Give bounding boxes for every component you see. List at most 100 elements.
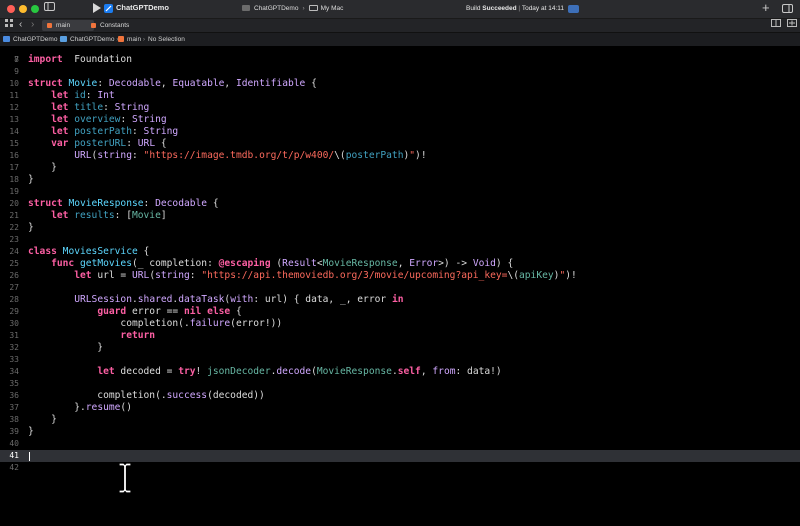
code-text: class MoviesService { xyxy=(28,246,149,258)
play-icon[interactable] xyxy=(93,3,101,18)
code-token: ) { xyxy=(495,258,514,269)
code-token: var xyxy=(51,138,69,149)
code-line[interactable]: 21 let results: [Movie] xyxy=(0,210,800,222)
code-line[interactable]: 35 xyxy=(0,378,800,390)
code-line[interactable]: 30 completion(.failure(error!)) xyxy=(0,318,800,330)
run-destination: My Mac xyxy=(320,5,344,12)
inspector-icon[interactable] xyxy=(782,4,793,18)
code-line[interactable]: 19 xyxy=(0,186,800,198)
scheme-selector[interactable]: ChatGPTDemo › My Mac xyxy=(242,3,452,15)
code-line[interactable]: 29 guard error == nil else { xyxy=(0,306,800,318)
code-token: results xyxy=(74,210,115,221)
code-line[interactable]: 26 let url = URL(string: "https://api.th… xyxy=(0,270,800,282)
ibeam-cursor-icon xyxy=(118,462,132,498)
code-line-current[interactable]: 41 xyxy=(0,450,800,462)
code-line[interactable]: 22} xyxy=(0,222,800,234)
code-token: String xyxy=(114,102,150,113)
code-token: ( xyxy=(270,258,283,269)
scheme-name: ChatGPTDemo xyxy=(254,5,299,12)
code-line[interactable]: 8 import Foundation xyxy=(0,54,800,66)
back-icon[interactable]: ‹ xyxy=(19,18,22,32)
code-line[interactable]: 37 }.resume() xyxy=(0,402,800,414)
code-text: var posterURL: URL { xyxy=(28,138,167,150)
code-line[interactable]: 31 return xyxy=(0,330,800,342)
code-line[interactable]: 12 let title: String xyxy=(0,102,800,114)
code-text: import Foundation xyxy=(28,54,132,66)
code-token: dataTask xyxy=(178,294,225,305)
chevron-right-icon: › xyxy=(302,5,305,12)
code-token: decoded = xyxy=(114,366,179,377)
code-token: error == xyxy=(126,306,184,317)
add-editor-icon[interactable] xyxy=(787,18,797,32)
code-line[interactable]: 38 } xyxy=(0,414,800,426)
code-token: (decoded)) xyxy=(207,390,265,401)
code-line[interactable]: 28 URLSession.shared.dataTask(with: url)… xyxy=(0,294,800,306)
code-token: MovieResponse xyxy=(68,198,144,209)
code-token: : url) { data, _, error xyxy=(253,294,392,305)
line-number: 9 xyxy=(14,67,19,76)
code-line[interactable]: 24 class MoviesService { xyxy=(0,246,800,258)
scheme-icon xyxy=(242,5,250,11)
code-line[interactable]: 34 let decoded = try! jsonDecoder.decode… xyxy=(0,366,800,378)
code-token: struct xyxy=(28,78,63,89)
code-token: in xyxy=(391,294,404,305)
code-line[interactable]: 23 xyxy=(0,234,800,246)
line-number: 11 xyxy=(9,91,19,100)
line-number: 14 xyxy=(9,127,19,136)
code-text: let url = URL(string: "https://api.themo… xyxy=(28,270,577,282)
code-line[interactable]: 27 xyxy=(0,282,800,294)
code-token: }. xyxy=(28,402,86,413)
code-token: getMovies xyxy=(80,258,132,269)
code-text: } xyxy=(28,222,34,234)
code-line[interactable]: 14 let posterPath: String xyxy=(0,126,800,138)
line-number: 18 xyxy=(9,175,19,184)
code-line[interactable]: 10 struct Movie: Decodable, Equatable, Id… xyxy=(0,78,800,90)
code-token: : xyxy=(126,138,138,149)
code-line[interactable]: 33 xyxy=(0,354,800,366)
code-token: completion(. xyxy=(28,390,167,401)
code-token: posterPath xyxy=(74,126,132,137)
tab-label: main xyxy=(56,22,71,29)
code-line[interactable]: 15 var posterURL: URL { xyxy=(0,138,800,150)
code-token: let xyxy=(51,90,69,101)
code-line[interactable]: 36 completion(.success(decoded)) xyxy=(0,390,800,402)
code-token: } xyxy=(28,426,34,437)
code-token: Equatable xyxy=(172,78,225,89)
split-editor-icon[interactable] xyxy=(771,18,781,32)
code-text: return xyxy=(28,330,155,342)
line-number: 35 xyxy=(9,379,19,388)
code-token: success xyxy=(166,390,208,401)
code-text: let title: String xyxy=(28,102,149,114)
code-line[interactable]: 17 } xyxy=(0,162,800,174)
plus-icon[interactable]: + xyxy=(762,1,770,15)
code-line[interactable]: 9 xyxy=(0,66,800,78)
code-line[interactable]: 20 struct MovieResponse: Decodable { xyxy=(0,198,800,210)
code-line[interactable]: 13 let overview: String xyxy=(0,114,800,126)
forward-icon[interactable]: › xyxy=(31,18,34,32)
code-text: } xyxy=(28,426,34,438)
code-token: failure xyxy=(189,318,231,329)
cloud-icon[interactable] xyxy=(568,4,579,18)
code-line[interactable]: 39} xyxy=(0,426,800,438)
code-line[interactable]: 25 func getMovies(_ completion: @escapin… xyxy=(0,258,800,270)
sidebar-icon[interactable] xyxy=(44,2,55,16)
code-line[interactable]: 11 let id: Int xyxy=(0,90,800,102)
tab-constants[interactable]: Constants xyxy=(86,20,160,31)
code-token: , xyxy=(224,78,236,89)
close-icon[interactable] xyxy=(7,5,15,13)
code-line[interactable]: 18} xyxy=(0,174,800,186)
minimize-icon[interactable] xyxy=(19,5,27,13)
code-text: struct Movie: Decodable, Equatable, Iden… xyxy=(28,78,317,90)
related-items-icon[interactable] xyxy=(5,18,13,32)
line-number: 26 xyxy=(9,271,19,280)
code-token: "https://image.tmdb.org/t/p/w400/ xyxy=(143,150,335,161)
code-text: URLSession.shared.dataTask(with: url) { … xyxy=(28,294,404,306)
code-token: { xyxy=(230,306,242,317)
code-line[interactable]: 32 } xyxy=(0,342,800,354)
zoom-icon[interactable] xyxy=(31,5,39,13)
code-editor[interactable]: 7 8 import Foundation 9 10 struct Movie: Dec… xyxy=(0,46,800,526)
code-line[interactable]: 16 URL(string: "https://image.tmdb.org/t… xyxy=(0,150,800,162)
code-line[interactable]: 40 xyxy=(0,438,800,450)
